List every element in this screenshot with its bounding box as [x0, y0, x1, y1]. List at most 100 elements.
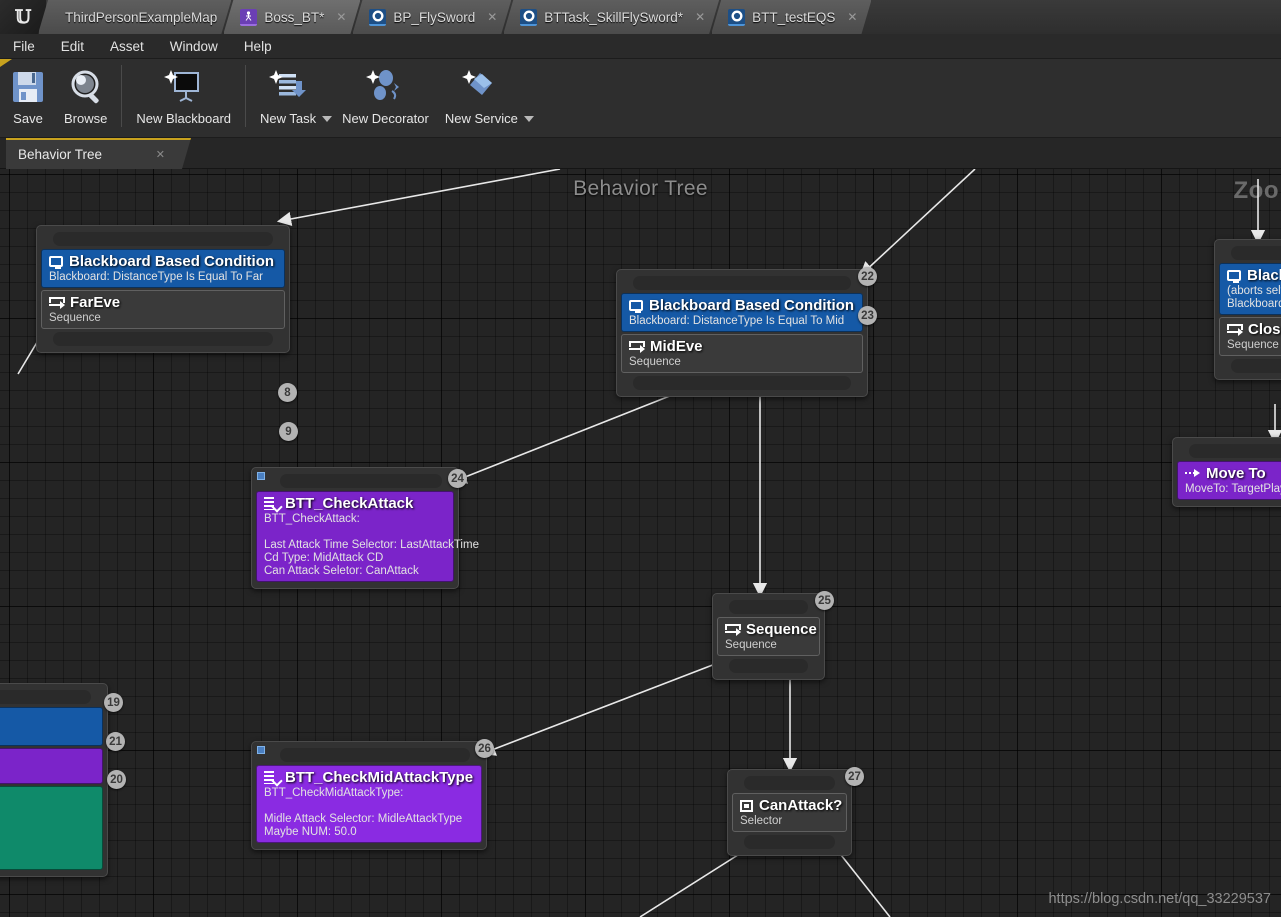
node-input-pin[interactable] [1189, 444, 1281, 458]
menu-bar: File Edit Asset Window Help [0, 34, 1281, 59]
task-subtitle: MoveTo: TargetPlayer [1185, 483, 1281, 495]
save-button[interactable]: Save [0, 59, 56, 133]
node-output-pin[interactable] [729, 659, 808, 673]
monitor-icon [49, 256, 63, 269]
node-badge: 26 [475, 739, 494, 758]
composite-subtitle: Sequence [725, 639, 777, 651]
node-input-pin[interactable] [0, 690, 91, 704]
bt-node-btt-check-attack[interactable]: BTT_CheckAttack BTT_CheckAttack: Last At… [251, 467, 479, 589]
document-tab-bar: Behavior Tree ✕ [0, 138, 1281, 169]
bt-node-sequence[interactable]: Sequence Sequence [712, 593, 825, 680]
decorator-blackboard-based-condition[interactable]: Blackboard Based Condition Blackboard: D… [621, 293, 863, 332]
bt-node-close-eve[interactable]: Black (aborts self) Blackboard: Close Se… [1214, 239, 1281, 380]
menu-item-help[interactable]: Help [231, 34, 285, 59]
unreal-engine-logo-icon[interactable]: 𝕌 [0, 0, 46, 34]
node-output-pin[interactable] [744, 835, 835, 849]
menu-item-edit[interactable]: Edit [48, 34, 97, 59]
menu-item-window[interactable]: Window [157, 34, 231, 59]
task-btt-check-attack[interactable]: BTT_CheckAttack BTT_CheckAttack: Last At… [256, 491, 479, 582]
service-marker-icon [257, 472, 265, 480]
bt-node-left-clipped[interactable]: sed Condition ot Set nAttack very 0.40s.… [0, 683, 108, 877]
new-task-button[interactable]: New Task [252, 59, 324, 133]
new-blackboard-button[interactable]: New Blackboard [128, 59, 239, 133]
task-move-to[interactable]: Move To MoveTo: TargetPlayer [1177, 461, 1281, 500]
decorator-title-row: Blackboard Based Condition [49, 253, 277, 270]
composite-close-eve[interactable]: Close Sequence [1219, 317, 1281, 356]
task-btt-check-mid-attack-type[interactable]: BTT_CheckMidAttackType BTT_CheckMidAttac… [256, 765, 482, 843]
decorator-subtitle: ot Set [0, 729, 95, 741]
close-icon[interactable]: ✕ [847, 11, 857, 23]
tab-bttask-skillflysword[interactable]: BTTask_SkillFlySword* ✕ [503, 0, 719, 34]
close-icon[interactable]: ✕ [336, 11, 346, 23]
tab-boss-bt[interactable]: Boss_BT* ✕ [223, 0, 360, 34]
decorator-title: Blackboard Based Condition [649, 297, 855, 314]
new-decorator-label: New Decorator [342, 111, 429, 126]
task-clipped[interactable] [0, 748, 103, 784]
tab-label: BP_FlySword [393, 9, 476, 25]
composite-far-eve[interactable]: FarEve Sequence [41, 290, 285, 329]
decorator-blackboard-based-condition-clipped[interactable]: sed Condition ot Set [0, 707, 103, 746]
behavior-tree-graph-canvas[interactable]: Behavior Tree Zoo Blackboard Based Condi… [0, 169, 1281, 917]
bt-node-move-to[interactable]: Move To MoveTo: TargetPlayer [1172, 437, 1281, 507]
close-icon[interactable]: ✕ [487, 11, 497, 23]
composite-subtitle: Sequence [1227, 339, 1279, 351]
tab-label: BTTask_SkillFlySword* [544, 9, 684, 25]
node-input-pin[interactable] [633, 276, 851, 290]
bt-node-far-eve[interactable]: Blackboard Based Condition Blackboard: D… [36, 225, 290, 353]
blueprint-icon [728, 9, 745, 26]
new-task-dropdown-caret-icon[interactable] [322, 115, 333, 122]
task-icon [264, 771, 279, 784]
new-service-label: New Service [444, 111, 518, 126]
node-badge: 19 [104, 693, 123, 712]
node-output-pin[interactable] [53, 332, 273, 346]
bt-node-mid-eve[interactable]: Blackboard Based Condition Blackboard: D… [616, 269, 868, 397]
tab-label: BTT_testEQS [752, 9, 836, 25]
title-bar: 𝕌 ThirdPersonExampleMap Boss_BT* ✕ BP_Fl… [0, 0, 1281, 34]
new-service-dropdown-caret-icon[interactable] [523, 115, 534, 122]
node-badge: 8 [278, 383, 297, 402]
tab-thirdpersonexamplemap[interactable]: ThirdPersonExampleMap [38, 0, 231, 34]
node-input-pin[interactable] [744, 776, 835, 790]
bt-node-btt-check-mid-attack-type[interactable]: BTT_CheckMidAttackType BTT_CheckMidAttac… [251, 741, 487, 850]
new-service-button[interactable]: New Service [437, 59, 526, 133]
node-input-pin[interactable] [1231, 246, 1281, 260]
sequence-icon [725, 623, 741, 636]
sequence-icon [49, 296, 65, 309]
sequence-icon [1227, 323, 1243, 336]
task-title-row: Move To [1185, 465, 1281, 482]
blueprint-icon [520, 9, 537, 26]
toolbar-separator [245, 65, 247, 127]
node-input-pin[interactable] [280, 474, 442, 488]
decorator-subtitle: Blackboard: DistanceType Is Equal To Mid [629, 315, 845, 327]
bt-node-can-attack[interactable]: CanAttack? Selector [727, 769, 852, 856]
decorator-blackboard-based-condition[interactable]: Blackboard Based Condition Blackboard: D… [41, 249, 285, 288]
behavior-tree-icon [240, 9, 257, 26]
toolbar-separator [121, 65, 123, 127]
node-input-pin[interactable] [729, 600, 808, 614]
decorator-blackboard-based-condition[interactable]: Black (aborts self) Blackboard: [1219, 263, 1281, 315]
task-line: Cd Type: MidAttack CD [264, 552, 384, 564]
close-icon[interactable]: ✕ [156, 148, 165, 161]
node-input-pin[interactable] [53, 232, 273, 246]
node-input-pin[interactable] [280, 748, 470, 762]
close-icon[interactable]: ✕ [695, 11, 705, 23]
new-decorator-button[interactable]: New Decorator [334, 59, 437, 133]
service-clipped[interactable]: nAttack very 0.40s..0.60s astAttackTime … [0, 786, 103, 870]
tab-btt-testeqs[interactable]: BTT_testEQS ✕ [711, 0, 871, 34]
composite-can-attack[interactable]: CanAttack? Selector [732, 793, 847, 832]
tab-behavior-tree[interactable]: Behavior Tree ✕ [6, 138, 191, 169]
composite-subtitle: Sequence [629, 356, 681, 368]
tab-bp-flysword[interactable]: BP_FlySword ✕ [352, 0, 511, 34]
composite-sequence[interactable]: Sequence Sequence [717, 617, 820, 656]
browse-button[interactable]: Browse [56, 59, 115, 133]
save-label: Save [13, 111, 43, 126]
node-output-pin[interactable] [633, 376, 851, 390]
decorator-subtitle: Blackboard: [1227, 298, 1281, 310]
node-badge: 21 [106, 732, 125, 751]
node-output-pin[interactable] [1231, 359, 1281, 373]
magnifier-icon [66, 65, 106, 109]
menu-item-file[interactable]: File [0, 34, 48, 59]
composite-mid-eve[interactable]: MidEve Sequence [621, 334, 863, 373]
monitor-icon [629, 300, 643, 313]
menu-item-asset[interactable]: Asset [97, 34, 157, 59]
